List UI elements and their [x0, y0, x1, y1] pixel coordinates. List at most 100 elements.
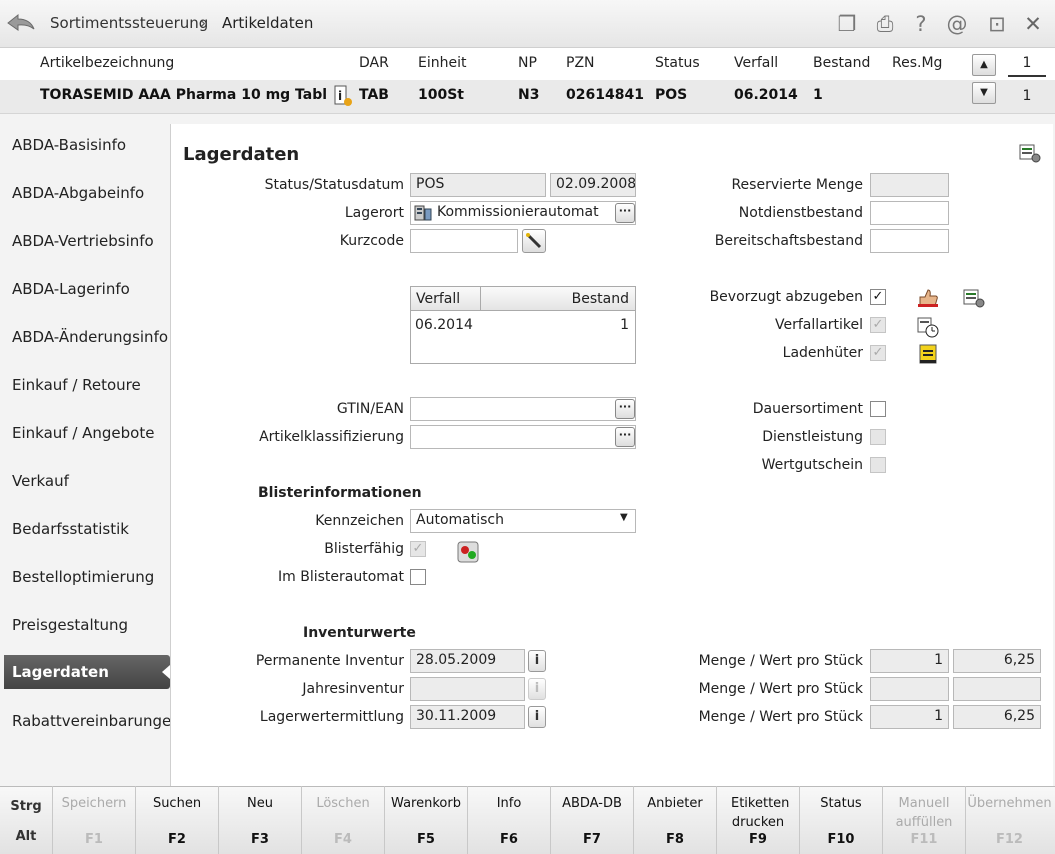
email-icon[interactable]: @: [944, 11, 970, 37]
f6-info-button[interactable]: Info F6: [467, 786, 550, 854]
th-bestand[interactable]: Bestand: [531, 291, 629, 307]
sidebar-item-abda-lagerinfo[interactable]: ABDA-Lagerinfo: [4, 268, 170, 316]
th-verfall[interactable]: Verfall: [416, 291, 460, 307]
dienstleistung-label: Dienstleistung: [762, 429, 863, 445]
sidebar-item-abda-vertriebsinfo[interactable]: ABDA-Vertriebsinfo: [4, 220, 170, 268]
f8-anbieter-button[interactable]: Anbieter F8: [633, 786, 716, 854]
lagerort-field[interactable]: Kommissionierautomat: [410, 201, 636, 225]
dauer-checkbox[interactable]: [870, 401, 886, 417]
fkey-key: F3: [251, 832, 269, 847]
fkey-label: Suchen: [152, 796, 202, 811]
blisterfaehig-checkbox[interactable]: ✓: [410, 541, 426, 557]
table-row-verfall[interactable]: 06.2014: [415, 317, 473, 333]
sidebar-item-bedarfsstatistik[interactable]: Bedarfsstatistik: [4, 508, 170, 556]
klassifizierung-field[interactable]: [410, 425, 636, 449]
sidebar-item-abda-basisinfo[interactable]: ABDA-Basisinfo: [4, 124, 170, 172]
modifier-keys: Strg Alt: [0, 786, 52, 854]
article-dar: TAB: [359, 87, 389, 103]
article-bestand: 1: [813, 87, 823, 103]
dienstleistung-checkbox[interactable]: [870, 429, 886, 445]
scroll-down-button[interactable]: ▼: [972, 82, 996, 104]
sidebar-item-lagerdaten[interactable]: Lagerdaten: [4, 655, 170, 689]
sidebar-item-verkauf[interactable]: Verkauf: [4, 460, 170, 508]
window-icon[interactable]: ⊡: [984, 11, 1010, 37]
verfallartikel-checkbox[interactable]: ✓: [870, 317, 886, 333]
kennzeichen-select[interactable]: Automatisch: [410, 509, 636, 533]
f12-uebernehmen-button[interactable]: Übernehmen F12: [965, 786, 1053, 854]
settings-list-icon[interactable]: [1018, 142, 1042, 164]
f1-speichern-button[interactable]: Speichern F1: [52, 786, 135, 854]
back-arrow-icon[interactable]: [6, 9, 36, 37]
f10-status-button[interactable]: Status F10: [799, 786, 882, 854]
table-row-bestand[interactable]: 1: [531, 317, 629, 333]
sidebar-item-preisgestaltung[interactable]: Preisgestaltung: [4, 604, 170, 652]
close-icon[interactable]: ✕: [1020, 11, 1046, 37]
sidebar-item-rabattvereinbarungen[interactable]: Rabattvereinbarungen: [4, 700, 181, 748]
wertgutschein-checkbox[interactable]: [870, 457, 886, 473]
sidebar-item-abda-abgabeinfo[interactable]: ABDA-Abgabeinfo: [4, 172, 170, 220]
breadcrumb-parent[interactable]: Sortimentssteuerung: [50, 14, 208, 32]
sidebar-item-abda-aenderungsinfo[interactable]: ABDA-Änderungsinfo: [4, 316, 170, 364]
blisterfaehig-label: Blisterfähig: [324, 541, 404, 557]
alt-label: Alt: [15, 829, 37, 844]
counter-bottom: 1: [1022, 88, 1032, 104]
list-settings-icon[interactable]: [962, 287, 986, 309]
perm-info-button[interactable]: i: [528, 650, 546, 672]
traffic-light-icon[interactable]: [457, 541, 479, 563]
chevron-down-icon[interactable]: ▼: [620, 512, 628, 523]
fkey-label: Neu: [247, 796, 273, 811]
klassifizierung-label: Artikelklassifizierung: [259, 429, 404, 445]
active-indicator: [162, 665, 170, 679]
expiry-clock-icon[interactable]: [916, 315, 940, 339]
fkey-label: Übernehmen: [967, 796, 1052, 811]
f4-loeschen-button[interactable]: Löschen F4: [301, 786, 384, 854]
col-resmg: Res.Mg: [892, 55, 943, 71]
col-artikelbezeichnung: Artikelbezeichnung: [40, 55, 175, 71]
lagerort-browse-button[interactable]: ···: [615, 203, 635, 223]
fkey-label: Speichern: [61, 796, 127, 811]
col-pzn: PZN: [566, 55, 595, 71]
perm-inventur-field: 28.05.2009: [410, 649, 525, 673]
document-icon[interactable]: ❐: [834, 11, 860, 37]
kurzcode-input[interactable]: [410, 229, 518, 253]
f9-etiketten-button[interactable]: Etiketten drucken F9: [716, 786, 799, 854]
fkey-label: ABDA-DB: [562, 796, 622, 811]
blisterautomat-checkbox[interactable]: [410, 569, 426, 585]
wert-field-1: 6,25: [953, 649, 1041, 673]
article-np: N3: [518, 87, 540, 103]
jahresinventur-field: [410, 677, 525, 701]
f3-neu-button[interactable]: Neu F3: [218, 786, 301, 854]
f5-warenkorb-button[interactable]: Warenkorb F5: [384, 786, 467, 854]
reserviert-field: [870, 173, 949, 197]
wand-icon[interactable]: [522, 229, 546, 253]
article-status: POS: [655, 87, 688, 103]
sidebar-item-bestelloptimierung[interactable]: Bestelloptimierung: [4, 556, 170, 604]
ladenhueter-label: Ladenhüter: [782, 345, 863, 361]
gtin-field[interactable]: [410, 397, 636, 421]
gtin-browse-button[interactable]: ···: [615, 399, 635, 419]
lagerort-label: Lagerort: [344, 205, 404, 221]
ladenhueter-checkbox[interactable]: ✓: [870, 345, 886, 361]
help-icon[interactable]: ?: [908, 11, 934, 37]
bevorzugt-checkbox[interactable]: ✓: [870, 289, 886, 305]
fkey-key: F12: [996, 832, 1023, 847]
bereitschaft-input[interactable]: [870, 229, 949, 253]
lagerwert-info-button[interactable]: i: [528, 706, 546, 728]
lagerwert-field: 30.11.2009: [410, 705, 525, 729]
thumbs-up-icon[interactable]: [916, 287, 940, 309]
f11-manuell-button[interactable]: Manuell auffüllen F11: [882, 786, 965, 854]
scroll-up-button[interactable]: ▲: [972, 54, 996, 76]
f2-suchen-button[interactable]: Suchen F2: [135, 786, 218, 854]
jahres-info-button[interactable]: i: [528, 678, 546, 700]
article-info-icon[interactable]: i: [332, 84, 354, 108]
article-pzn: 02614841: [566, 87, 644, 103]
f7-abda-db-button[interactable]: ABDA-DB F7: [550, 786, 633, 854]
klassifizierung-browse-button[interactable]: ···: [615, 427, 635, 447]
sidebar-item-einkauf-angebote[interactable]: Einkauf / Angebote: [4, 412, 170, 460]
sidebar-item-einkauf-retoure[interactable]: Einkauf / Retoure: [4, 364, 170, 412]
automat-icon: [414, 205, 432, 221]
notdienst-input[interactable]: [870, 201, 949, 225]
article-name: TORASEMID AAA Pharma 10 mg Tablett: [40, 87, 326, 103]
print-icon[interactable]: ⎙: [872, 11, 898, 37]
note-icon[interactable]: [918, 343, 938, 365]
